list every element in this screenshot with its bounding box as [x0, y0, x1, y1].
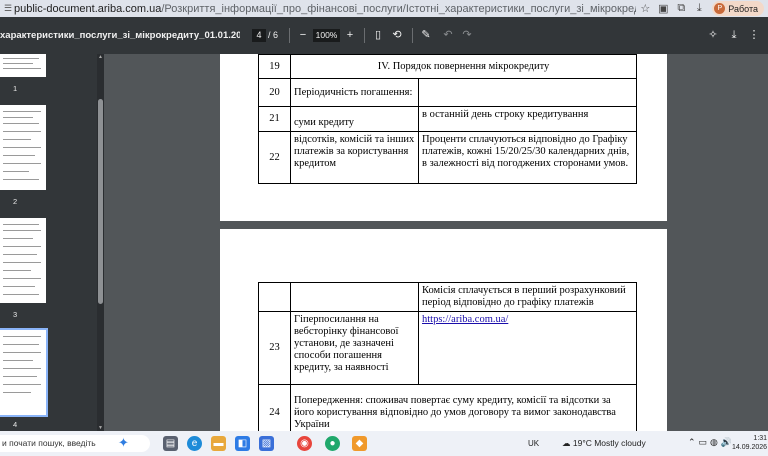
app-icon[interactable]: ▨: [259, 436, 274, 451]
page-number-input[interactable]: 4: [252, 29, 266, 42]
table-row: 21 суми кредиту в останній день строку к…: [258, 106, 637, 132]
row-value: Проценти сплачуються відповідно до Графі…: [418, 131, 637, 184]
thumbnail-label: 1: [13, 84, 18, 93]
clock-time: 1:31: [753, 435, 768, 442]
url-field[interactable]: public-document.ariba.com.ua/Розкриття_і…: [14, 3, 636, 15]
toolbar-divider: [364, 28, 365, 43]
row-number: 19: [258, 54, 291, 79]
app-icon[interactable]: ◆: [352, 436, 367, 451]
url-host: public-document.ariba.com.ua: [14, 2, 162, 15]
fit-page-icon[interactable]: ▯: [371, 27, 385, 43]
row-number: 21: [258, 106, 291, 132]
table-row-spacer: [258, 384, 637, 393]
page5-table: Комісія сплачується в перший розрахунков…: [258, 282, 637, 434]
thumbnail-page-1[interactable]: [0, 54, 46, 77]
warning-text: Попередження: споживач повертає суму кре…: [290, 392, 637, 434]
scroll-up-icon[interactable]: ▲: [97, 54, 104, 60]
row-label: Гіперпосилання на вебсторінку фінансової…: [290, 311, 419, 385]
page-count: / 6: [268, 30, 279, 40]
clock[interactable]: 1:31 14.09.2026: [732, 434, 767, 452]
task-view-icon[interactable]: ▤: [163, 436, 178, 451]
scrollbar-thumb[interactable]: [98, 99, 103, 304]
thumbnail-label: 4: [13, 420, 18, 429]
website-link[interactable]: https://ariba.com.ua/: [422, 314, 508, 325]
pdf-page-5: Комісія сплачується в перший розрахунков…: [220, 229, 667, 434]
table-row: 22 відсотків, комісій та інших платежів …: [258, 131, 637, 184]
zoom-out-button[interactable]: −: [296, 27, 310, 43]
avatar: P: [714, 3, 726, 14]
table-row: 24 Попередження: споживач повертає суму …: [258, 392, 637, 434]
sidebar-scrollbar[interactable]: ▲ ▼: [97, 54, 104, 431]
bookmark-star-icon[interactable]: ☆: [636, 2, 654, 15]
language-indicator[interactable]: UK: [528, 439, 539, 448]
row-value: [418, 78, 637, 107]
url-path: /Розкриття_інформації_про_фінансові_посл…: [161, 2, 636, 15]
row-number: 22: [258, 131, 291, 184]
address-bar[interactable]: ☰ public-document.ariba.com.ua/Розкриття…: [0, 0, 768, 17]
copilot-icon[interactable]: ✦: [118, 435, 129, 451]
thumbnail-label: 2: [13, 197, 18, 206]
table-row: Комісія сплачується в перший розрахунков…: [258, 282, 637, 312]
profile-button[interactable]: P Работа: [712, 1, 764, 16]
file-explorer-icon[interactable]: ▬: [211, 436, 226, 451]
row-label-empty: [290, 282, 419, 312]
edge-browser-icon[interactable]: e: [187, 436, 202, 451]
table-row: 19 IV. Порядок повернення мікрокредиту: [258, 54, 637, 79]
zoom-input[interactable]: 100%: [313, 29, 340, 42]
pdf-toolbar: характеристики_послуги_зі_мікрокредиту_0…: [0, 17, 768, 54]
clock-date: 14.09.2026: [732, 444, 768, 451]
thumbnail-page-4-selected[interactable]: [0, 328, 48, 417]
row-label: відсотків, комісій та інших платежів за …: [290, 131, 419, 184]
ai-assist-icon[interactable]: ✧: [706, 27, 720, 43]
more-options-icon[interactable]: ⋮: [747, 27, 761, 43]
download-icon[interactable]: ⤓: [690, 2, 708, 15]
thumbnail-page-2[interactable]: [0, 105, 46, 190]
row-value: Комісія сплачується в перший розрахунков…: [418, 282, 637, 312]
system-tray[interactable]: ⌃▭◍🔊: [688, 437, 735, 448]
chrome-icon[interactable]: ◉: [297, 436, 312, 451]
download-icon[interactable]: ⤓: [727, 27, 741, 43]
section-heading: IV. Порядок повернення мікрокредиту: [290, 54, 637, 79]
row-number-empty: [258, 282, 291, 312]
rotate-icon[interactable]: ⟲: [390, 27, 404, 43]
thumbnail-page-3[interactable]: [0, 218, 46, 303]
row-number: 23: [258, 311, 291, 385]
weather-text: 19°C Mostly cloudy: [572, 438, 646, 448]
extension-icon[interactable]: ▣: [654, 2, 672, 15]
pdf-page-4: 19 IV. Порядок повернення мікрокредиту 2…: [220, 54, 667, 221]
toolbar-divider: [412, 28, 413, 43]
weather-widget[interactable]: ☁ 19°C Mostly cloudy: [562, 438, 646, 449]
store-icon[interactable]: ◧: [235, 436, 250, 451]
row-value: в останній день строку кредитування: [418, 106, 637, 132]
row-value: https://ariba.com.ua/: [418, 311, 637, 385]
row-number: 20: [258, 78, 291, 107]
table-row: 20 Періодичність погашення:: [258, 78, 637, 107]
page4-table: 19 IV. Порядок повернення мікрокредиту 2…: [258, 54, 637, 184]
redo-icon[interactable]: ↷: [460, 27, 474, 43]
table-row: 23 Гіперпосилання на вебсторінку фінансо…: [258, 311, 637, 385]
row-label: суми кредиту: [290, 106, 419, 132]
annotate-icon[interactable]: ✎: [419, 27, 433, 43]
row-number: 24: [258, 392, 291, 434]
chat-app-icon[interactable]: ●: [325, 436, 340, 451]
zoom-in-button[interactable]: +: [343, 27, 357, 43]
document-title: характеристики_послуги_зі_мікрокредиту_0…: [0, 30, 240, 41]
row-label: Періодичність погашення:: [290, 78, 419, 107]
thumbnail-sidebar: 1 2 3 4 ▲ ▼: [0, 54, 104, 431]
taskbar: и почати пошук, введіть ✦ ▤ e ▬ ◧ ▨ ◉ ● …: [0, 431, 768, 456]
toolbar-divider: [289, 28, 290, 43]
site-info-icon[interactable]: ☰: [4, 3, 14, 14]
thumbnail-label: 3: [13, 310, 18, 319]
weather-cloud-icon: ☁: [562, 438, 573, 448]
profile-label: Работа: [728, 3, 758, 14]
undo-icon[interactable]: ↶: [441, 27, 455, 43]
puzzle-icon[interactable]: ⧉: [672, 2, 690, 15]
